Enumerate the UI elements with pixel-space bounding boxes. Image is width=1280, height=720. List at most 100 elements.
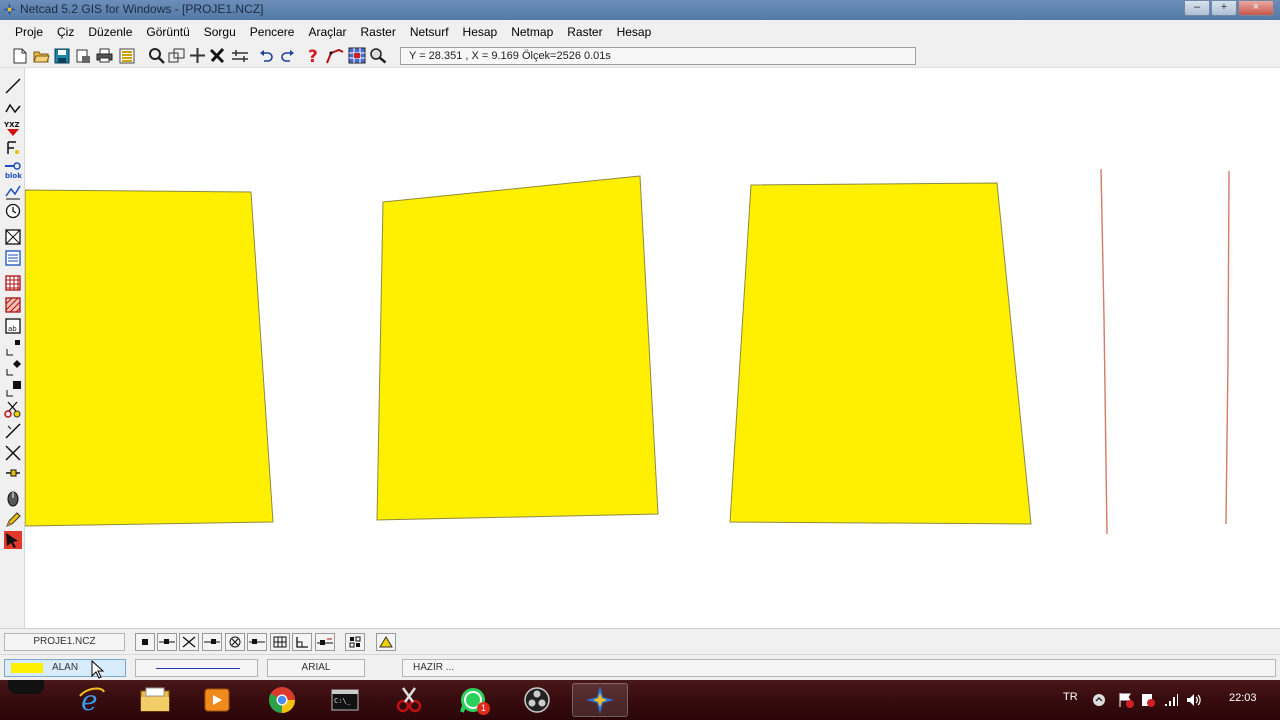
menu-hesap[interactable]: Hesap	[456, 25, 505, 39]
segment-icon[interactable]	[3, 463, 22, 482]
menu-goruntu[interactable]: Görüntü	[139, 25, 196, 39]
menu-hesap-2[interactable]: Hesap	[610, 25, 659, 39]
status-bar: ALAN ARIAL HAZIR ...	[0, 654, 1280, 680]
hatch-icon[interactable]	[3, 295, 22, 314]
volume-icon[interactable]	[1185, 692, 1201, 708]
netcad-app-icon	[3, 3, 16, 16]
xyz-point-icon[interactable]: YXZ	[3, 118, 22, 137]
language-indicator[interactable]: TR	[1063, 691, 1078, 703]
open-folder-icon[interactable]	[31, 46, 51, 65]
node-diamond-icon[interactable]	[3, 358, 22, 377]
boundary-line-1[interactable]	[1100, 168, 1108, 535]
help-icon[interactable]: ?	[303, 46, 323, 65]
left-toolbox: YXZ blok ab	[0, 68, 25, 628]
select-arrow-icon[interactable]	[3, 530, 22, 549]
chrome-icon[interactable]	[254, 683, 310, 717]
menu-proje[interactable]: Proje	[8, 25, 50, 39]
menu-raster-2[interactable]: Raster	[560, 25, 609, 39]
obs-icon[interactable]	[509, 683, 565, 717]
mouse-cursor-icon	[91, 660, 104, 679]
boundary-line-2[interactable]	[1225, 170, 1230, 525]
network-signal-icon[interactable]	[1163, 692, 1179, 708]
show-hidden-icons-icon[interactable]	[1092, 693, 1106, 707]
new-file-icon[interactable]	[10, 46, 30, 65]
minimize-button[interactable]: –	[1184, 0, 1210, 16]
polyline-tool-icon[interactable]	[325, 46, 345, 65]
cross-icon[interactable]	[3, 443, 22, 462]
box-icon[interactable]	[3, 227, 22, 246]
pencil-icon[interactable]	[3, 510, 22, 529]
snap-point-icon[interactable]	[135, 633, 155, 651]
snap-middle-icon[interactable]	[202, 633, 222, 651]
node-small-icon[interactable]	[3, 338, 22, 357]
layer-selector[interactable]: ALAN	[4, 659, 126, 677]
menu-netsurf[interactable]: Netsurf	[403, 25, 456, 39]
parcel-polygon-2[interactable]	[376, 175, 659, 521]
snap-grid-icon[interactable]	[270, 633, 290, 651]
undo-icon[interactable]	[256, 46, 276, 65]
system-tray: TR 22:03	[1020, 680, 1280, 720]
snipping-tool-icon[interactable]	[381, 683, 437, 717]
slash-icon[interactable]	[3, 421, 22, 440]
polyline-icon[interactable]	[3, 98, 22, 117]
line-icon[interactable]	[3, 76, 22, 95]
snap-tangent-icon[interactable]	[315, 633, 335, 651]
zoom-icon[interactable]	[146, 46, 166, 65]
zoom-window-icon[interactable]	[166, 46, 186, 65]
start-button[interactable]	[8, 680, 44, 694]
snap-center-icon[interactable]	[225, 633, 245, 651]
cmd-icon[interactable]: C:\_	[317, 683, 373, 717]
list-icon[interactable]	[3, 248, 22, 267]
raster-grid-icon[interactable]	[347, 46, 367, 65]
redo-icon[interactable]	[278, 46, 298, 65]
menu-sorgu[interactable]: Sorgu	[197, 25, 243, 39]
status-message: HAZIR ...	[402, 659, 1276, 677]
snap-settings-icon[interactable]	[345, 633, 365, 651]
grid-icon[interactable]	[3, 273, 22, 292]
menu-pencere[interactable]: Pencere	[243, 25, 302, 39]
layers-icon[interactable]	[117, 46, 137, 65]
netcad-icon[interactable]	[572, 683, 628, 717]
triangle-icon[interactable]	[376, 633, 396, 651]
menu-ciz[interactable]: Çiz	[50, 25, 81, 39]
snap-perpendicular-icon[interactable]	[292, 633, 312, 651]
text-icon[interactable]	[3, 138, 22, 157]
menu-araclar[interactable]: Araçlar	[301, 25, 353, 39]
print-icon[interactable]	[94, 46, 114, 65]
snap-end-icon[interactable]	[157, 633, 177, 651]
text-box-icon[interactable]: ab	[3, 316, 22, 335]
save-icon[interactable]	[52, 46, 72, 65]
print-preview-icon[interactable]	[73, 46, 93, 65]
parcel-polygon-1[interactable]	[25, 189, 274, 527]
scissors-icon[interactable]	[3, 400, 22, 419]
parcel-polygon-3[interactable]	[729, 182, 1032, 525]
action-center-flag-icon[interactable]	[1118, 692, 1134, 708]
menu-netmap[interactable]: Netmap	[504, 25, 560, 39]
maximize-button[interactable]: +	[1211, 0, 1237, 16]
ie-icon[interactable]: e	[64, 683, 120, 717]
profile-icon[interactable]	[3, 182, 22, 201]
erase-icon[interactable]	[207, 46, 227, 65]
snap-nearest-icon[interactable]	[247, 633, 267, 651]
menu-raster[interactable]: Raster	[354, 25, 403, 39]
close-button[interactable]: ×	[1238, 0, 1274, 16]
explorer-icon[interactable]	[127, 683, 183, 717]
pan-icon[interactable]	[187, 46, 207, 65]
clock-icon[interactable]	[3, 201, 22, 220]
clock-time[interactable]: 22:03	[1229, 692, 1257, 704]
block-icon[interactable]: blok	[3, 160, 22, 179]
node-large-icon[interactable]	[3, 379, 22, 398]
media-player-icon[interactable]	[189, 683, 245, 717]
line-type-selector[interactable]	[135, 659, 258, 677]
menu-duzenle[interactable]: Düzenle	[81, 25, 139, 39]
mouse-icon[interactable]	[3, 488, 22, 507]
project-name-field[interactable]: PROJE1.NCZ	[4, 633, 125, 651]
warning-icon[interactable]	[1140, 692, 1156, 708]
find-icon[interactable]	[368, 46, 388, 65]
drawing-canvas[interactable]	[25, 68, 1280, 628]
move-icon[interactable]	[230, 46, 250, 65]
svg-text:blok: blok	[5, 172, 22, 179]
whatsapp-icon[interactable]: 1	[445, 683, 501, 717]
snap-intersection-icon[interactable]	[179, 633, 199, 651]
font-selector[interactable]: ARIAL	[267, 659, 365, 677]
